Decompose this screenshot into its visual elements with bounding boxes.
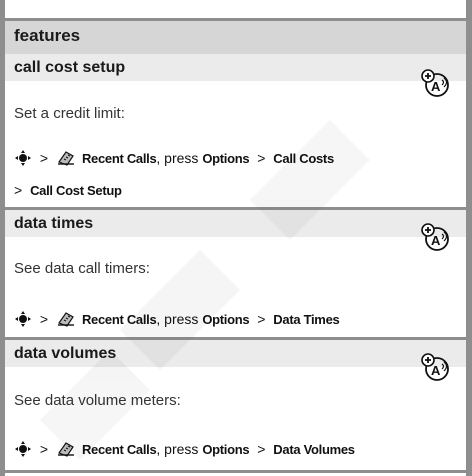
nav-key-icon <box>15 311 31 327</box>
menu-path: > Recent Calls, press Options > Data Vol… <box>14 440 355 458</box>
feature-table-page: features call cost setup A Set a credit … <box>0 0 472 476</box>
menu-item: Data Times <box>273 312 340 327</box>
right-border <box>466 0 472 476</box>
feature-title: data volumes <box>14 345 117 362</box>
feature-row-title: data volumes <box>5 340 466 367</box>
network-feature-icon: A <box>421 353 449 381</box>
nav-key-icon <box>15 150 31 166</box>
feature-row-title: data times <box>5 210 466 237</box>
feature-title: data times <box>14 215 94 232</box>
feature-description: Set a credit limit: <box>14 105 125 122</box>
feature-row-title: call cost setup <box>5 54 466 81</box>
path-separator: > <box>39 150 49 166</box>
press-text: , press <box>156 311 199 327</box>
path-separator: > <box>257 441 266 457</box>
row-divider <box>5 470 466 473</box>
menu-path-continuation: > Call Cost Setup <box>14 182 122 198</box>
table-header: features <box>5 18 466 57</box>
recent-calls-label: Recent Calls <box>81 442 157 457</box>
path-separator: > <box>39 441 49 457</box>
menu-item: Call Costs <box>273 151 334 166</box>
recent-calls-label: Recent Calls <box>81 151 157 166</box>
path-separator: > <box>257 311 266 327</box>
path-separator: > <box>39 311 49 327</box>
table-header-title: features <box>14 26 81 45</box>
recent-calls-phone-icon <box>57 442 74 457</box>
options-key: Options <box>202 312 250 327</box>
recent-calls-label: Recent Calls <box>81 312 157 327</box>
svg-text:A: A <box>431 363 441 378</box>
svg-text:A: A <box>431 233 441 248</box>
svg-text:A: A <box>431 79 441 94</box>
press-text: , press <box>156 441 199 457</box>
network-feature-icon: A <box>421 223 449 251</box>
path-separator: > <box>14 182 23 198</box>
recent-calls-phone-icon <box>57 151 74 166</box>
press-text: , press <box>156 150 199 166</box>
menu-path: > Recent Calls, press Options > Data Tim… <box>14 310 340 328</box>
menu-item: Call Cost Setup <box>30 183 122 198</box>
menu-path: > Recent Calls, press Options > Call Cos… <box>14 149 334 167</box>
feature-description: See data call timers: <box>14 260 150 277</box>
network-feature-icon: A <box>421 69 449 97</box>
nav-key-icon <box>15 441 31 457</box>
feature-title: call cost setup <box>14 59 126 76</box>
recent-calls-phone-icon <box>57 312 74 327</box>
feature-description: See data volume meters: <box>14 392 181 409</box>
menu-item: Data Volumes <box>273 442 355 457</box>
options-key: Options <box>202 442 250 457</box>
options-key: Options <box>202 151 250 166</box>
path-separator: > <box>257 150 266 166</box>
